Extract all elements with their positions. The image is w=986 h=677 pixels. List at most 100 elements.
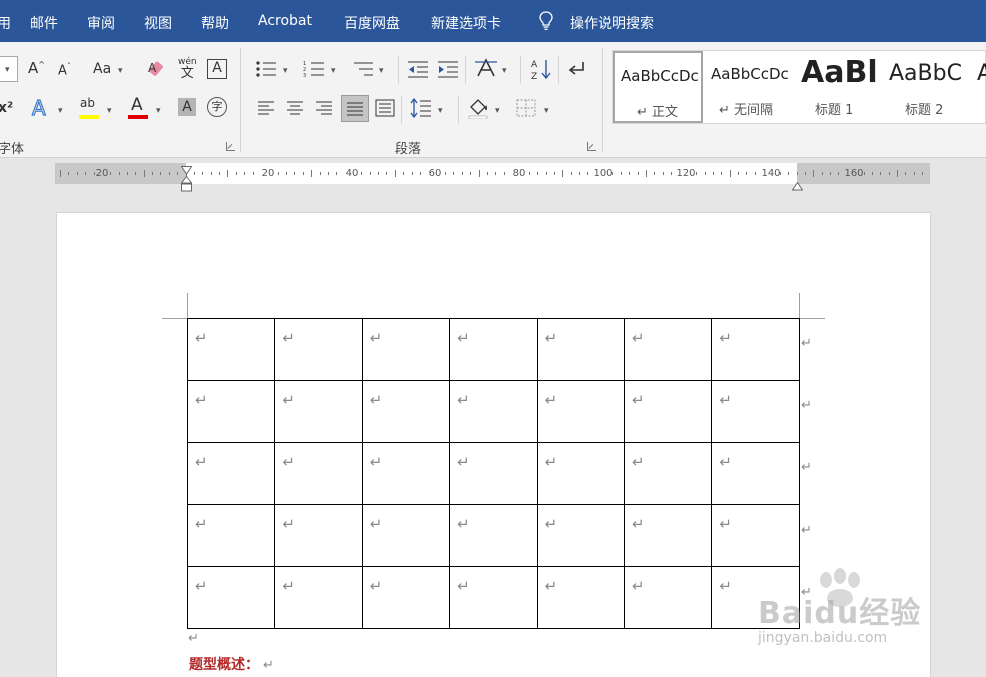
table-cell[interactable]: ↵ bbox=[186, 442, 276, 505]
lightbulb-icon[interactable] bbox=[538, 11, 554, 31]
table-cell[interactable]: ↵ bbox=[536, 318, 625, 381]
table-cell[interactable]: ↵ bbox=[361, 380, 451, 443]
table-cell[interactable]: ↵ bbox=[274, 504, 363, 567]
horizontal-ruler[interactable]: 20 20 40 60 80 100 120 140 160 bbox=[55, 163, 930, 192]
borders-icon[interactable] bbox=[516, 99, 536, 117]
style-normal[interactable]: AaBbCcDc ↵ 正文 bbox=[613, 51, 703, 123]
chevron-down-icon[interactable]: ▾ bbox=[118, 66, 123, 76]
tell-me-search[interactable]: 操作说明搜索 bbox=[570, 13, 654, 33]
tab-mailings[interactable]: 邮件 bbox=[30, 13, 58, 33]
chinese-layout-icon[interactable] bbox=[474, 58, 498, 80]
align-center-icon[interactable] bbox=[286, 100, 304, 116]
table-cell[interactable]: ↵ bbox=[361, 566, 451, 629]
distributed-icon[interactable] bbox=[375, 99, 395, 117]
text-effects-icon[interactable]: A bbox=[31, 97, 46, 118]
style-no-spacing[interactable]: AaBbCcDc ↵ 无间隔 bbox=[705, 51, 793, 123]
table-cell[interactable]: ↵ bbox=[536, 380, 625, 443]
superscript-icon[interactable]: x² bbox=[0, 101, 13, 115]
numbering-icon[interactable]: 123 bbox=[303, 60, 325, 78]
tab-partial[interactable]: 用 bbox=[0, 13, 11, 33]
character-border-icon[interactable]: A bbox=[207, 59, 227, 79]
show-hide-marks-icon[interactable] bbox=[567, 60, 587, 78]
font-dialog-launcher-icon[interactable] bbox=[226, 142, 235, 151]
table-cell[interactable]: ↵ bbox=[623, 442, 713, 505]
change-case-icon[interactable]: Aa bbox=[93, 62, 111, 76]
enclose-characters-icon[interactable]: 字 bbox=[207, 97, 227, 117]
table-cell[interactable]: ↵ bbox=[711, 380, 800, 443]
table-cell[interactable]: ↵ bbox=[536, 566, 625, 629]
style-partial[interactable]: A bbox=[975, 51, 986, 123]
document-page[interactable]: ↵ ↵ ↵ ↵ ↵ ↵ ↵ ↵ ↵ ↵ ↵ ↵ ↵ ↵ ↵ ↵ ↵ ↵ ↵ ↵ ↵ ↵ ↵ ↵ ↵ ↵ ↵ ↵ ↵ ↵ ↵ ↵ ↵ ↵ ↵ ↵ ↵ ↵ ↵… bbox=[56, 212, 931, 677]
table-cell[interactable]: ↵ bbox=[274, 566, 363, 629]
chevron-down-icon[interactable]: ▾ bbox=[495, 106, 500, 116]
grow-font-icon[interactable]: A^ bbox=[28, 61, 45, 76]
font-size-dropdown[interactable]: ▾ bbox=[0, 56, 18, 82]
table-cell[interactable]: ↵ bbox=[449, 566, 538, 629]
tab-baidu-netdisk[interactable]: 百度网盘 bbox=[344, 13, 400, 33]
justify-button[interactable] bbox=[341, 95, 369, 122]
tab-review[interactable]: 审阅 bbox=[87, 13, 115, 33]
ruler-label: 140 bbox=[761, 168, 781, 179]
table-cell[interactable]: ↵ bbox=[711, 318, 800, 381]
table-cell[interactable]: ↵ bbox=[186, 566, 276, 629]
clear-formatting-icon[interactable]: A bbox=[148, 60, 168, 78]
table-cell[interactable]: ↵ bbox=[711, 504, 800, 567]
section-heading[interactable]: 题型概述： ↵ bbox=[189, 654, 274, 674]
table-cell[interactable]: ↵ bbox=[186, 380, 276, 443]
tab-help[interactable]: 帮助 bbox=[201, 13, 229, 33]
multilevel-list-icon[interactable] bbox=[352, 60, 374, 78]
increase-indent-icon[interactable] bbox=[437, 60, 459, 78]
table-cell[interactable]: ↵ bbox=[274, 380, 363, 443]
table-cell[interactable]: ↵ bbox=[449, 442, 538, 505]
tab-view[interactable]: 视图 bbox=[144, 13, 172, 33]
chevron-down-icon[interactable]: ▾ bbox=[502, 66, 507, 76]
highlight-icon[interactable]: ab bbox=[80, 97, 95, 109]
chevron-down-icon[interactable]: ▾ bbox=[283, 66, 288, 76]
table-cell[interactable]: ↵ bbox=[623, 380, 713, 443]
chevron-down-icon[interactable]: ▾ bbox=[438, 106, 443, 116]
cell-end-mark: ↵ bbox=[719, 391, 732, 409]
chevron-down-icon[interactable]: ▾ bbox=[544, 106, 549, 116]
shading-icon[interactable] bbox=[467, 97, 489, 119]
character-shading-icon[interactable]: A bbox=[178, 98, 196, 116]
line-spacing-icon[interactable] bbox=[410, 98, 432, 118]
shrink-font-icon[interactable]: Aˇ bbox=[58, 63, 71, 78]
style-heading-1[interactable]: AaBl 标题 1 bbox=[795, 51, 881, 123]
table-cell[interactable]: ↵ bbox=[711, 442, 800, 505]
bullets-icon[interactable] bbox=[255, 60, 277, 78]
font-color-icon[interactable]: A bbox=[131, 97, 143, 114]
chevron-down-icon[interactable]: ▾ bbox=[107, 106, 112, 116]
style-heading-2[interactable]: AaBbC 标题 2 bbox=[883, 51, 973, 123]
table-cell[interactable]: ↵ bbox=[536, 504, 625, 567]
table-cell[interactable]: ↵ bbox=[623, 318, 713, 381]
table-cell[interactable]: ↵ bbox=[623, 566, 713, 629]
chevron-down-icon[interactable]: ▾ bbox=[58, 106, 63, 116]
table-cell[interactable]: ↵ bbox=[186, 504, 276, 567]
table-cell[interactable]: ↵ bbox=[449, 318, 538, 381]
table-cell[interactable]: ↵ bbox=[361, 318, 451, 381]
table-cell[interactable]: ↵ bbox=[623, 504, 713, 567]
table-cell[interactable]: ↵ bbox=[274, 318, 363, 381]
right-indent-marker[interactable] bbox=[791, 176, 804, 195]
phonetic-guide-icon[interactable]: wén 文 bbox=[178, 58, 197, 81]
sort-icon[interactable]: AZ bbox=[530, 57, 552, 81]
table-cell[interactable]: ↵ bbox=[536, 442, 625, 505]
left-indent-marker[interactable] bbox=[180, 175, 193, 197]
decrease-indent-icon[interactable] bbox=[407, 60, 429, 78]
table-cell[interactable]: ↵ bbox=[449, 504, 538, 567]
table-cell[interactable]: ↵ bbox=[361, 504, 451, 567]
table-cell[interactable]: ↵ bbox=[186, 318, 276, 381]
paragraph-dialog-launcher-icon[interactable] bbox=[587, 142, 596, 151]
tab-new-tab[interactable]: 新建选项卡 bbox=[431, 13, 501, 33]
table-cell[interactable]: ↵ bbox=[274, 442, 363, 505]
table-cell[interactable]: ↵ bbox=[449, 380, 538, 443]
align-left-icon[interactable] bbox=[257, 100, 275, 116]
align-right-icon[interactable] bbox=[315, 100, 333, 116]
table-cell[interactable]: ↵ bbox=[361, 442, 451, 505]
document-table[interactable]: ↵ ↵ ↵ ↵ ↵ ↵ ↵ ↵ ↵ ↵ ↵ ↵ ↵ ↵ ↵ ↵ ↵ ↵ ↵ ↵ ↵ ↵ ↵ ↵ ↵ ↵ ↵ ↵ ↵ ↵ ↵ ↵ ↵ ↵ ↵ bbox=[186, 318, 800, 629]
table-cell[interactable]: ↵ bbox=[711, 566, 800, 629]
chevron-down-icon[interactable]: ▾ bbox=[379, 66, 384, 76]
chevron-down-icon[interactable]: ▾ bbox=[331, 66, 336, 76]
chevron-down-icon[interactable]: ▾ bbox=[156, 106, 161, 116]
tab-acrobat[interactable]: Acrobat bbox=[258, 13, 312, 29]
